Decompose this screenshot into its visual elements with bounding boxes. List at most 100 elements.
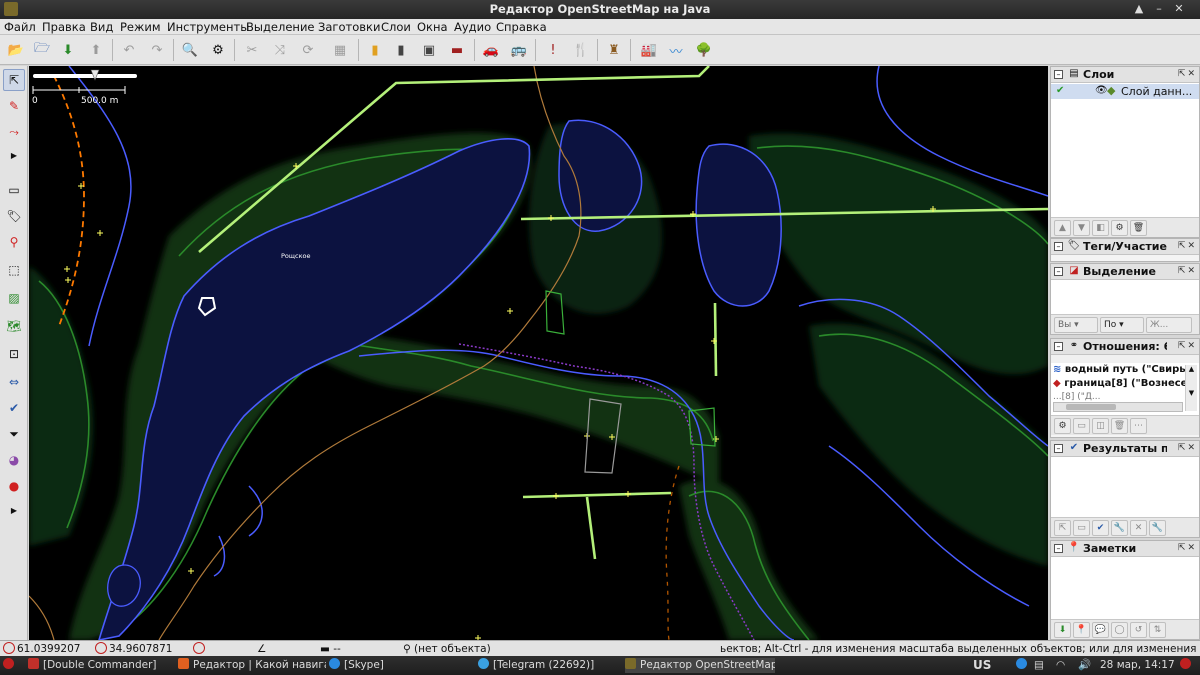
download-notes-icon[interactable]: ⬇ [1054,622,1071,638]
validate-now-icon[interactable]: ✔ [1092,520,1109,536]
filter-icon[interactable]: ⊡ [3,343,25,365]
collapse-toggle[interactable]: – [1054,267,1063,276]
panel-window-buttons[interactable]: ⇱✕ [1178,543,1197,553]
volume-tray-icon[interactable]: 🔊 [1078,658,1091,673]
combine-way-icon[interactable]: ⤨ [268,38,292,62]
map-paint-icon[interactable]: 🗺 [3,315,25,337]
taskbar-item[interactable]: [Skype] [329,658,471,673]
select-mode-icon[interactable]: ⇱ [3,69,25,91]
move-down-icon[interactable]: ▼ [1073,220,1090,236]
zoom-to-problem-icon[interactable]: ⇱ [1054,520,1071,536]
vertical-scrollbar[interactable]: ▲ ▼ [1185,365,1197,411]
redo-icon[interactable]: ↷ [145,38,169,62]
relation-new-icon[interactable]: ▭ [1073,418,1090,434]
collapse-toggle[interactable]: – [1054,444,1063,453]
merge-layer-icon[interactable]: ◧ [1092,220,1109,236]
scrollbar-thumb[interactable] [1066,404,1116,410]
panel-window-buttons[interactable]: ⇱✕ [1178,266,1197,276]
draw-mode-icon[interactable]: ✎ [3,95,25,117]
skype-tray-icon[interactable] [1016,658,1031,673]
move-up-icon[interactable]: ▲ [1054,220,1071,236]
keyboard-layout[interactable]: US [973,658,991,673]
reopen-note-icon[interactable]: ↺ [1130,622,1147,638]
menu-layers[interactable]: Слои [381,20,411,34]
relation-item[interactable]: ...[8] ("Д... [1053,392,1100,402]
menu-tools[interactable]: Инструменты [167,20,249,34]
taskbar-item-active[interactable]: Редактор OpenStreetMap н... [625,658,775,673]
history-button[interactable]: Ж... [1146,317,1192,333]
menu-audio[interactable]: Аудио [454,20,491,34]
split-way-icon[interactable]: ✂ [240,38,264,62]
open-location-icon[interactable]: 🗁 [30,38,54,62]
menu-selection[interactable]: Выделение [246,20,315,34]
road-minor-preset-icon[interactable]: ▮ [389,38,413,62]
preferences-icon[interactable]: ⚙ [206,38,230,62]
panel-window-buttons[interactable]: ⇱✕ [1178,69,1197,79]
car-icon[interactable]: 🚗 [479,38,503,62]
panel-window-buttons[interactable]: ⇱✕ [1178,443,1197,453]
search-dropdown[interactable]: По ▾ [1100,317,1144,333]
window-minimize-button[interactable]: – [1151,1,1167,17]
preferences-tool-icon[interactable]: 🔧 [1149,520,1166,536]
fix-icon[interactable]: 🔧 [1111,520,1128,536]
relation-item[interactable]: ◆ граница[8] ("Вознесен [1053,378,1194,389]
clock[interactable]: 28 мар, 14:17 [1100,658,1175,673]
ignore-icon[interactable]: ✕ [1130,520,1147,536]
select-problem-icon[interactable]: ▭ [1073,520,1090,536]
download-icon[interactable]: ⬇ [56,38,80,62]
tag-icon[interactable]: 🏷 [3,205,25,227]
menu-file[interactable]: Файл [4,20,36,34]
taskbar-item[interactable]: [Double Commander] [28,658,170,673]
menu-edit[interactable]: Правка [42,20,86,34]
map-canvas[interactable]: Рощское 0 500.0 m [29,66,1048,640]
panel-window-buttons[interactable]: ⇱✕ [1178,341,1197,351]
funnel-icon[interactable]: ⏷ [3,423,25,445]
map-view[interactable]: Рощское 0 500.0 m [29,66,1048,640]
menu-help[interactable]: Справка [496,20,547,34]
wifi-tray-icon[interactable]: ◠ [1056,658,1065,673]
align-icon[interactable]: ▦ [328,38,352,62]
visibility-eye-icon[interactable]: 👁 [1095,85,1108,96]
relation-edit-icon[interactable]: ⚙ [1054,418,1071,434]
new-note-icon[interactable]: 📍 [1073,622,1090,638]
close-note-icon[interactable]: ◯ [1111,622,1128,638]
menu-mode[interactable]: Режим [120,20,161,34]
collapse-toggle[interactable]: – [1054,342,1063,351]
expand-toggle[interactable]: – [1054,242,1063,251]
collapse-toggle[interactable]: – [1054,544,1063,553]
relation-delete-icon[interactable]: 🗑 [1111,418,1128,434]
relation-item[interactable]: ≋ водный путь ("Свирь" [1053,364,1191,375]
traffic-signal-icon[interactable]: ▣ [417,38,441,62]
layer-settings-icon[interactable]: ⚙ [1111,220,1128,236]
notes-pin-icon[interactable]: ● [3,475,25,497]
menu-view[interactable]: Вид [90,20,113,34]
validate-icon[interactable]: ✔ [3,397,25,419]
imagery-icon[interactable]: ▨ [3,287,25,309]
select-dropdown[interactable]: Вы ▾ [1054,317,1098,333]
improve-way-icon[interactable]: ⤳ [3,121,25,143]
expand-arrow-2-icon[interactable]: ▶ [3,504,25,516]
comment-note-icon[interactable]: 💬 [1092,622,1109,638]
taskbar-item[interactable]: [Telegram (22692)] [478,658,618,673]
relation-more-icon[interactable]: ⋯ [1130,418,1147,434]
barrier-icon[interactable]: ▬ [445,38,469,62]
water-icon[interactable]: 〰 [664,38,688,62]
clipboard-tray-icon[interactable]: ▤ [1034,658,1044,673]
horizontal-scrollbar[interactable] [1053,402,1183,412]
window-maximize-button[interactable]: ▲ [1131,1,1147,17]
sort-notes-icon[interactable]: ⇅ [1149,622,1166,638]
castle-icon[interactable]: ♜ [602,38,626,62]
menu-windows[interactable]: Окна [417,20,448,34]
split-view-icon[interactable]: ⇔ [3,371,25,393]
tree-icon[interactable]: 🌳 [692,38,716,62]
relation-duplicate-icon[interactable]: ◫ [1092,418,1109,434]
delete-layer-icon[interactable]: 🗑 [1130,220,1147,236]
panel-window-buttons[interactable]: ⇱✕ [1178,241,1197,251]
undo-icon[interactable]: ↶ [117,38,141,62]
layer-row[interactable]: ✔ 👁 ◆ Слой данн... [1051,84,1199,99]
delete-mode-icon[interactable]: ▭ [3,179,25,201]
power-tray-icon[interactable] [1180,658,1195,673]
menu-presets[interactable]: Заготовки [318,20,380,34]
road-preset-icon[interactable]: ▮ [363,38,387,62]
industrial-icon[interactable]: 🏭 [637,38,661,62]
